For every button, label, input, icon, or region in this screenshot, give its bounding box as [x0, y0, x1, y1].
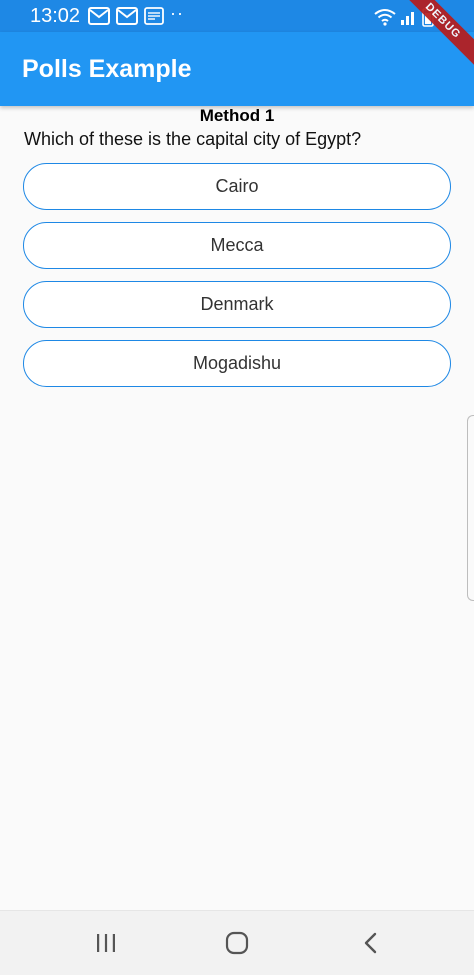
status-bar: 13:02 ·· [0, 0, 474, 32]
poll-heading: Method 1 [199, 106, 275, 125]
poll-option-label: Cairo [215, 176, 259, 196]
more-notifications-dots: ·· [170, 3, 184, 23]
poll-option-mecca[interactable]: Mecca [23, 222, 451, 269]
edge-panel-handle[interactable] [467, 415, 474, 601]
poll-option-denmark[interactable]: Denmark [23, 281, 451, 328]
navigation-bar [0, 910, 474, 975]
back-button[interactable] [347, 925, 395, 961]
gmail-icon [116, 7, 138, 30]
poll-option-cairo[interactable]: Cairo [23, 163, 451, 210]
app-title: Polls Example [22, 55, 192, 83]
home-icon [225, 931, 249, 955]
notification-icons [88, 7, 164, 30]
recents-icon [97, 934, 115, 952]
poll-option-label: Denmark [200, 294, 274, 314]
status-time: 13:02 [30, 5, 81, 27]
poll-option-mogadishu[interactable]: Mogadishu [23, 340, 451, 387]
signal-icon [400, 8, 418, 31]
poll-option-label: Mogadishu [192, 353, 282, 373]
gmail-icon [88, 7, 110, 30]
recents-button[interactable] [82, 925, 130, 961]
poll-options: Cairo Mecca Denmark Mogadishu [23, 163, 451, 399]
home-button[interactable] [213, 925, 261, 961]
poll-question: Which of these is the capital city of Eg… [24, 129, 362, 149]
news-icon [144, 7, 164, 30]
back-icon [364, 932, 377, 954]
app-bar: Polls Example [0, 32, 474, 106]
poll-option-label: Mecca [210, 235, 264, 255]
wifi-icon [374, 8, 396, 31]
poll: Method 1 Which of these is the capital c… [0, 106, 474, 387]
